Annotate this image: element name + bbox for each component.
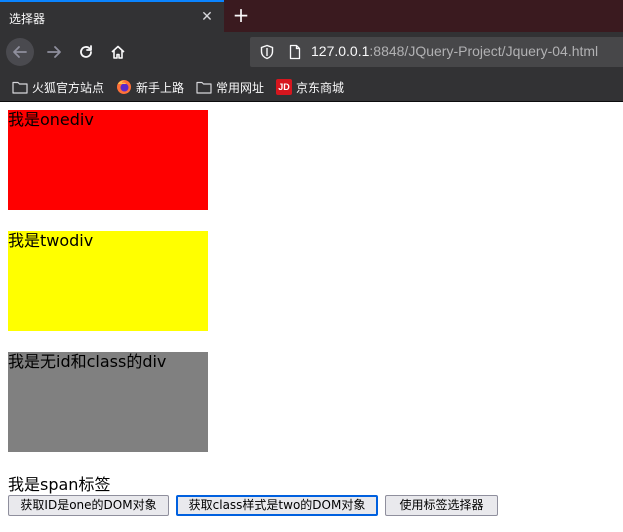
url-text: 127.0.0.1:8848/JQuery-Project/Jquery-04.…	[311, 43, 598, 59]
bookmark-jd[interactable]: JD 京东商城	[276, 79, 344, 95]
arrow-right-icon	[47, 46, 61, 58]
span-label: 我是span标签	[8, 475, 111, 494]
close-icon[interactable]: ✕	[198, 8, 216, 26]
firefox-icon	[117, 80, 131, 94]
bookmark-label: 新手上路	[136, 80, 185, 95]
address-bar[interactable]: 127.0.0.1:8848/JQuery-Project/Jquery-04.…	[250, 37, 623, 67]
bookmark-common-sites[interactable]: 常用网址	[196, 79, 264, 95]
url-path: :8848/JQuery-Project/Jquery-04.html	[369, 43, 599, 59]
div-one: 我是onediv	[8, 110, 208, 210]
reload-button[interactable]	[72, 38, 100, 66]
bookmark-getting-started[interactable]: 新手上路	[116, 79, 184, 95]
tab-selector[interactable]: 选择器 ✕	[0, 0, 224, 32]
new-tab-button[interactable]: +	[230, 4, 252, 26]
folder-icon	[196, 81, 212, 94]
folder-icon	[12, 81, 28, 94]
home-button[interactable]	[104, 38, 132, 66]
bookmark-firefox-official[interactable]: 火狐官方站点	[12, 79, 104, 95]
bookmark-label: 京东商城	[296, 80, 345, 95]
page-content: 我是onediv 我是twodiv 我是无id和class的div 我是span…	[0, 102, 623, 532]
bookmark-label: 火狐官方站点	[32, 80, 105, 95]
back-button[interactable]	[6, 38, 34, 66]
shield-icon[interactable]	[259, 44, 275, 64]
page-info-icon[interactable]	[287, 44, 303, 64]
jd-icon: JD	[276, 79, 292, 95]
div-plain: 我是无id和class的div	[8, 352, 208, 452]
bookmarks-toolbar: 火狐官方站点 新手上路 常用网址 JD 京东商城	[0, 72, 623, 102]
reload-icon	[80, 45, 92, 58]
bookmark-label: 常用网址	[216, 80, 265, 95]
url-host: 127.0.0.1	[311, 43, 370, 59]
tab-strip: 选择器 ✕ +	[0, 0, 623, 32]
tag-selector-button[interactable]: 使用标签选择器	[385, 495, 498, 516]
home-icon	[111, 45, 125, 59]
get-class-two-button[interactable]: 获取class样式是two的DOM对象	[176, 495, 378, 516]
get-id-one-button[interactable]: 获取ID是one的DOM对象	[8, 495, 169, 516]
forward-button[interactable]	[40, 38, 68, 66]
tab-title: 选择器	[9, 12, 46, 26]
div-two: 我是twodiv	[8, 231, 208, 331]
arrow-left-icon	[13, 46, 27, 58]
